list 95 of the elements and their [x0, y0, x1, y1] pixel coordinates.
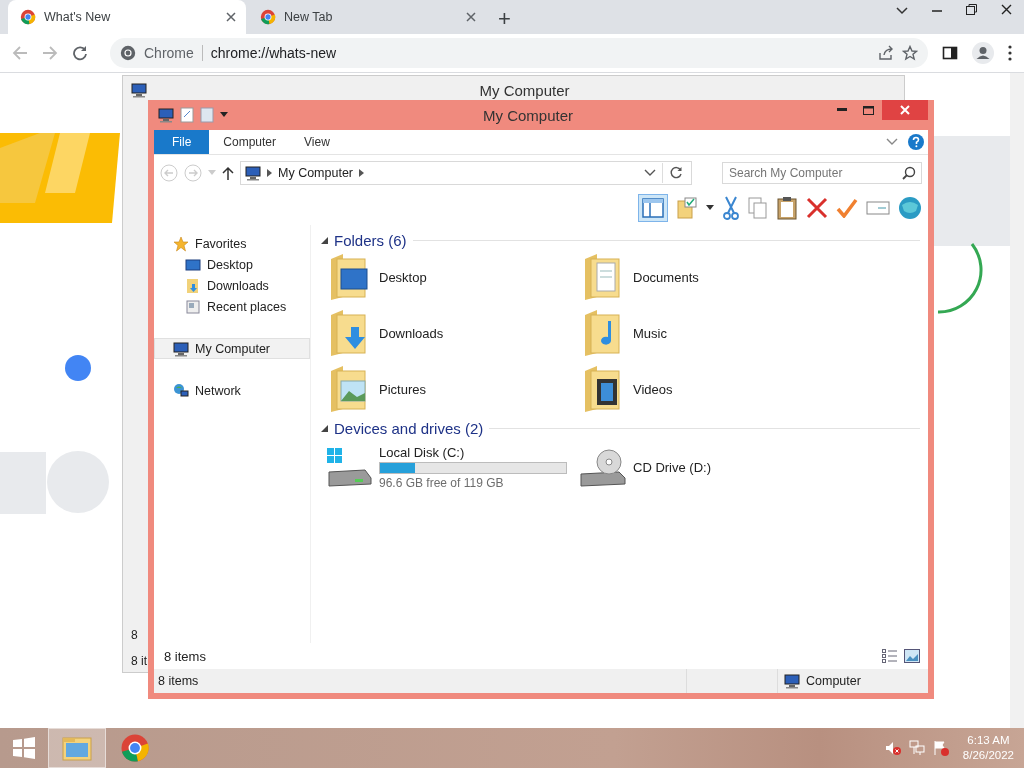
folder-icon: [62, 735, 92, 761]
reload-icon[interactable]: [72, 45, 88, 61]
pane-icon: [642, 198, 664, 218]
close-icon: [900, 105, 910, 115]
downloads-folder-icon: [185, 277, 201, 294]
share-icon[interactable]: [878, 45, 894, 61]
close-button[interactable]: [882, 100, 928, 120]
star-icon: [173, 235, 189, 252]
computer-icon: [131, 82, 147, 98]
chrome-icon: [20, 9, 36, 25]
chrome-icon: [120, 45, 136, 61]
refresh-icon[interactable]: [669, 166, 683, 180]
sidebar-item[interactable]: Network: [154, 380, 310, 401]
properties-icon: [180, 107, 194, 123]
close-icon[interactable]: [1001, 4, 1012, 15]
section-heading[interactable]: Devices and drives (2): [334, 419, 484, 437]
desktop-icon: [185, 256, 201, 273]
breadcrumb[interactable]: My Computer: [278, 166, 354, 180]
cut-icon[interactable]: [722, 196, 740, 220]
chrome-icon: [120, 733, 150, 763]
windows-logo-icon: [12, 736, 36, 760]
chevron-right-icon: [359, 169, 365, 177]
new-tab-button[interactable]: +: [488, 4, 521, 34]
maximize-icon: [863, 105, 874, 115]
sidebar-item[interactable]: Downloads: [154, 275, 310, 296]
preview-pane-button[interactable]: [638, 194, 668, 222]
folder-options-icon[interactable]: [676, 197, 698, 219]
scrollbar[interactable]: [1010, 73, 1024, 728]
chevron-down-icon[interactable]: [896, 4, 908, 16]
large-icons-view-icon[interactable]: [904, 649, 920, 663]
search-field[interactable]: Search My Computer: [722, 162, 922, 184]
computer-icon: [158, 107, 174, 123]
section-heading[interactable]: Folders (6): [334, 231, 407, 249]
folder-label[interactable]: Desktop: [379, 269, 427, 285]
chrome-icon: [260, 9, 276, 25]
item-count: 8 items: [164, 648, 206, 664]
hard-drive-icon: [325, 447, 373, 488]
collapse-arrow-icon: [321, 236, 328, 244]
cd-drive-icon: [579, 447, 627, 488]
drive-label[interactable]: Local Disk (C:): [379, 445, 567, 460]
close-icon: [226, 12, 236, 22]
window-title: My Computer: [482, 106, 574, 124]
status-location: Computer: [806, 674, 861, 688]
clock-date: 8/26/2022: [962, 748, 1014, 763]
ribbon-tab[interactable]: File: [154, 130, 210, 154]
free-space-text: 96.6 GB free of 119 GB: [379, 476, 505, 490]
dropdown-caret-icon: [220, 112, 228, 118]
row-text: 8: [131, 628, 138, 642]
network-icon: [173, 382, 189, 399]
window-title: My Computer: [478, 81, 571, 99]
folder-label[interactable]: Music: [633, 325, 667, 341]
folder-label[interactable]: Documents: [633, 269, 699, 285]
computer-icon: [173, 340, 189, 357]
browser-tab[interactable]: What's New: [8, 0, 246, 34]
restore-icon[interactable]: [966, 4, 977, 15]
checkmark-icon[interactable]: [836, 198, 858, 218]
sidebar-item[interactable]: Recent places: [154, 296, 310, 317]
help-icon[interactable]: [908, 134, 924, 150]
address-bar[interactable]: Chrome chrome://whats-new: [110, 38, 928, 68]
up-arrow-icon[interactable]: [222, 166, 234, 180]
status-text: 8 items: [158, 674, 199, 688]
close-icon: [466, 12, 476, 22]
folder-label[interactable]: Downloads: [379, 325, 444, 341]
sidebar-item[interactable]: Desktop: [154, 254, 310, 275]
clock-time: 6:13 AM: [967, 733, 1010, 748]
desktop-folder-icon: [329, 253, 371, 301]
url-text: chrome://whats-new: [210, 45, 337, 61]
computer-icon: [245, 165, 261, 181]
chevron-down-icon[interactable]: [644, 169, 656, 177]
collapse-arrow-icon: [321, 424, 328, 432]
sidebar-item[interactable]: My Computer: [154, 338, 310, 359]
delete-icon[interactable]: [806, 197, 828, 219]
paste-icon[interactable]: [776, 196, 798, 220]
bookmark-star-icon[interactable]: [902, 45, 918, 61]
chevron-right-icon: [267, 169, 272, 177]
minimize-icon: [836, 108, 847, 112]
status-text: 8 it: [131, 654, 147, 668]
sidebar-item[interactable]: Favorites: [154, 233, 310, 254]
folder-label[interactable]: Pictures: [379, 381, 426, 397]
address-bar[interactable]: My Computer: [240, 161, 692, 185]
more-menu-icon[interactable]: [1008, 45, 1012, 61]
folder-label[interactable]: Videos: [633, 381, 673, 397]
details-view-icon[interactable]: [882, 649, 898, 663]
drive-label[interactable]: CD Drive (D:): [633, 460, 711, 475]
browser-tab[interactable]: New Tab: [248, 0, 486, 34]
dropdown-caret-icon[interactable]: [706, 205, 714, 211]
dot-shape: [64, 354, 92, 382]
side-panel-icon[interactable]: [942, 45, 958, 61]
globe-icon[interactable]: [898, 196, 922, 220]
speaker-muted-icon[interactable]: [884, 740, 901, 756]
flag-icon[interactable]: [932, 740, 949, 756]
search-icon: [902, 166, 916, 180]
computer-icon: [784, 673, 800, 689]
site-chip: Chrome: [144, 45, 203, 61]
profile-icon[interactable]: [972, 42, 994, 64]
